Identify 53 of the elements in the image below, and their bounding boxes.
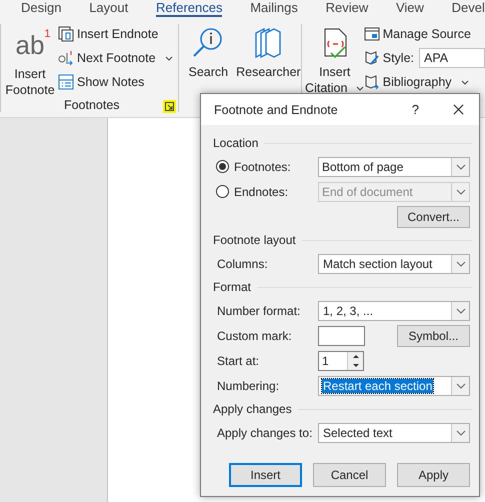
field-label: Number format: xyxy=(217,304,302,318)
dropdown[interactable]: 1, 2, 3, ... xyxy=(318,300,470,320)
radio-label: Endnotes: xyxy=(234,184,288,198)
spin-down-icon[interactable] xyxy=(352,362,360,368)
show-notes-icon xyxy=(58,74,74,90)
input-field[interactable] xyxy=(318,326,365,346)
ribbon-tab[interactable]: View xyxy=(396,0,424,15)
style-field[interactable]: APA xyxy=(419,48,485,68)
ribbon-tab[interactable]: Review xyxy=(326,0,368,15)
section-heading: Location xyxy=(213,136,258,150)
field-label: Start at: xyxy=(217,354,260,368)
table-icon xyxy=(364,26,380,42)
close-icon[interactable] xyxy=(453,104,464,115)
dialog-button[interactable]: Cancel xyxy=(313,463,386,487)
endnote-icon xyxy=(58,26,74,42)
caret-icon xyxy=(460,80,469,84)
book-icon xyxy=(364,74,380,90)
ribbon-tab[interactable]: Mailings xyxy=(250,0,298,15)
field-label: Custom mark: xyxy=(217,328,293,342)
dropdown[interactable]: Restart each section xyxy=(318,376,470,396)
ribbon-button[interactable]: Show Notes xyxy=(58,72,173,92)
dialog-title: Footnote and Endnote xyxy=(214,102,339,116)
section-heading: Apply changes xyxy=(213,402,292,416)
field-label: Apply changes to: xyxy=(217,426,314,440)
dialog-launcher-icon[interactable] xyxy=(162,100,176,113)
manage-sources-button[interactable]: Manage Source xyxy=(364,24,485,44)
radio-label: Footnotes: xyxy=(234,160,291,174)
section-heading: Footnote layout xyxy=(213,233,296,247)
dropdown[interactable]: Bottom of page xyxy=(318,156,470,176)
next-footnote-icon xyxy=(58,50,74,66)
dropdown[interactable]: Selected text xyxy=(318,422,470,442)
symbol-button[interactable]: Symbol... xyxy=(397,324,470,346)
style-brush-icon xyxy=(364,50,380,66)
ribbon-tab[interactable]: Design xyxy=(21,0,62,15)
dropdown[interactable]: Match section layout xyxy=(318,254,470,274)
spinner-field[interactable]: 1 xyxy=(318,350,364,370)
section-heading: Format xyxy=(213,280,252,294)
dialog-button[interactable]: Insert xyxy=(229,463,302,487)
caret-icon xyxy=(356,86,364,90)
field-label: Numbering: xyxy=(217,378,280,392)
ribbon-tab[interactable]: Devel xyxy=(452,0,485,15)
radio-button[interactable] xyxy=(216,160,229,173)
style-label: Style: xyxy=(382,51,414,65)
bibliography-button[interactable]: Bibliography xyxy=(364,72,485,92)
group-label: Footnotes xyxy=(64,98,120,112)
help-button[interactable]: ? xyxy=(412,102,419,117)
field-label: Columns: xyxy=(217,256,269,270)
spin-up-icon[interactable] xyxy=(352,354,360,358)
ribbon-button[interactable]: Insert Endnote xyxy=(58,24,173,44)
convert-button[interactable]: Convert... xyxy=(397,206,470,228)
ribbon-button[interactable]: Next Footnote xyxy=(58,48,173,68)
dialog-button[interactable]: Apply xyxy=(397,463,470,487)
ribbon-tab[interactable]: Layout xyxy=(89,0,128,15)
